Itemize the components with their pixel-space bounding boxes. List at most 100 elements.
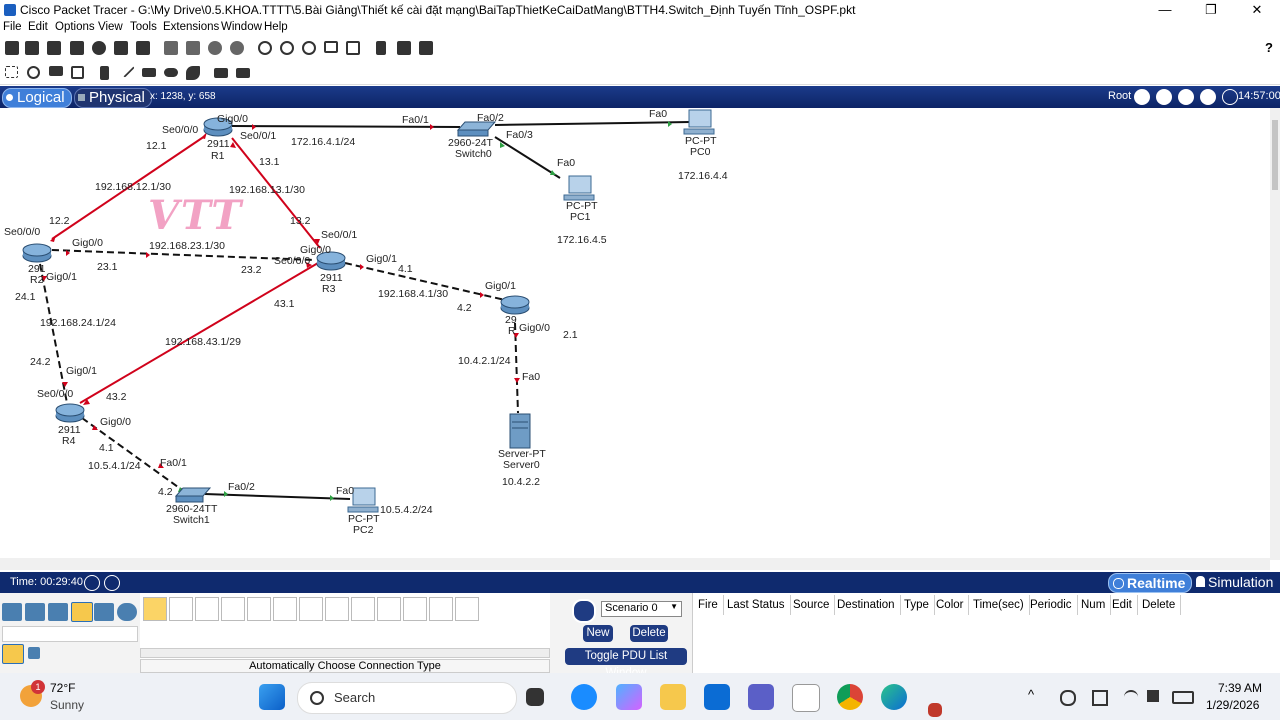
pc-pc0[interactable] (683, 109, 715, 135)
usb-cable-icon[interactable] (429, 597, 453, 621)
wifi-icon[interactable] (1124, 690, 1138, 702)
router-r4[interactable] (55, 403, 85, 423)
iot-cable-icon[interactable] (403, 597, 427, 621)
vertical-scrollbar[interactable] (1270, 108, 1280, 560)
task-view-icon[interactable] (526, 688, 544, 706)
link-sw0-pc0[interactable] (494, 121, 691, 126)
network-devices-icon[interactable] (2, 603, 22, 621)
horizontal-scrollbar[interactable] (0, 558, 1270, 570)
delete-scenario-button[interactable]: Delete (630, 625, 668, 642)
col-delete[interactable]: Delete (1137, 595, 1182, 615)
misc-icon[interactable] (94, 603, 114, 621)
copy-icon[interactable] (164, 41, 178, 55)
viewport-icon[interactable] (376, 41, 386, 55)
resize-icon[interactable] (71, 66, 84, 79)
col-fire[interactable]: Fire (693, 595, 724, 615)
serial-dte-icon[interactable] (351, 597, 375, 621)
clock-date[interactable]: 1/29/2026 (1206, 698, 1259, 712)
straight-through-icon[interactable] (195, 597, 219, 621)
wireless-cable-icon[interactable] (455, 597, 479, 621)
app-overlay-icon[interactable] (928, 703, 942, 717)
octal-icon[interactable] (377, 597, 401, 621)
components-icon[interactable] (48, 603, 68, 621)
col-source[interactable]: Source (788, 595, 836, 615)
simulation-mode-button[interactable]: Simulation (1194, 573, 1278, 591)
print-icon[interactable] (70, 41, 84, 55)
info-circle-icon[interactable] (572, 599, 596, 623)
maximize-button[interactable]: ❐ (1188, 0, 1234, 20)
tab-logical[interactable]: Logical (2, 88, 72, 108)
zoom-in-icon[interactable] (258, 41, 272, 55)
col-num[interactable]: Num (1076, 595, 1112, 615)
ellipse-icon[interactable] (164, 68, 178, 77)
teams-icon[interactable] (748, 684, 774, 710)
activity-icon[interactable] (136, 41, 150, 55)
pc-pc1[interactable] (563, 175, 595, 201)
inspect-icon[interactable] (27, 66, 40, 79)
connections-subtype-icon[interactable] (2, 644, 24, 664)
menu-edit[interactable]: Edit (28, 21, 48, 33)
packet-tracer-icon[interactable] (792, 684, 820, 712)
menu-help[interactable]: Help (264, 21, 288, 33)
send-icon[interactable] (1092, 690, 1108, 706)
close-button[interactable]: ✕ (1234, 0, 1280, 20)
link-sw0-pc1[interactable] (494, 136, 561, 179)
device-search-field[interactable] (2, 626, 138, 642)
custom-device-icon[interactable] (346, 41, 360, 55)
rectangle-icon[interactable] (142, 68, 156, 77)
paste-icon[interactable] (186, 41, 200, 55)
new-scenario-button[interactable]: New (583, 625, 613, 642)
drawing-palette-icon[interactable] (324, 41, 338, 53)
minimize-button[interactable]: — (1142, 0, 1188, 20)
col-color[interactable]: Color (931, 595, 970, 615)
menu-extensions[interactable]: Extensions (163, 21, 219, 33)
freeform-icon[interactable] (186, 66, 200, 80)
taskbar-search-box[interactable]: Search (297, 682, 517, 714)
multiuser-icon[interactable] (117, 603, 137, 621)
edge-icon[interactable] (881, 684, 907, 710)
chrome-icon[interactable] (837, 684, 863, 710)
crossover-icon[interactable] (221, 597, 245, 621)
link-r1-sw0[interactable] (231, 125, 461, 128)
outlook-icon[interactable] (704, 684, 730, 710)
simple-pdu-icon[interactable] (214, 68, 228, 78)
menu-file[interactable]: File (3, 21, 22, 33)
menu-window[interactable]: Window (221, 21, 262, 33)
move-icon[interactable] (1178, 89, 1194, 105)
open-folder-icon[interactable] (25, 41, 39, 55)
grid-icon[interactable] (28, 647, 40, 659)
cluster-icon[interactable] (1156, 89, 1172, 105)
complex-pdu-icon[interactable] (236, 68, 250, 78)
clock-time[interactable]: 7:39 AM (1218, 681, 1262, 695)
col-edit[interactable]: Edit (1107, 595, 1138, 615)
scroll-thumb[interactable] (1272, 120, 1278, 190)
fast-forward-icon[interactable] (104, 575, 120, 591)
connections-icon[interactable] (71, 602, 93, 622)
back-icon[interactable] (1134, 89, 1150, 105)
new-file-icon[interactable] (5, 41, 19, 55)
phone-cable-icon[interactable] (273, 597, 297, 621)
delete-icon[interactable] (49, 66, 63, 76)
wizard-icon[interactable] (114, 41, 128, 55)
power-cycle-icon[interactable] (84, 575, 100, 591)
select-icon[interactable] (5, 66, 18, 78)
auto-cable-icon[interactable] (143, 597, 167, 621)
network-info-icon[interactable] (397, 41, 411, 55)
show-hidden-icons-icon[interactable]: ^ (1028, 687, 1034, 702)
switch-sw1[interactable] (174, 487, 212, 503)
router-r5[interactable] (500, 295, 530, 315)
server-srv0[interactable] (509, 413, 531, 449)
undo-icon[interactable] (208, 41, 222, 55)
realtime-mode-button[interactable]: Realtime (1108, 573, 1192, 593)
link-r3-r4[interactable] (79, 262, 319, 404)
note-icon[interactable] (100, 66, 109, 80)
zoom-reset-icon[interactable] (280, 41, 294, 55)
menu-options[interactable]: Options (55, 21, 95, 33)
col-last-status[interactable]: Last Status (722, 595, 791, 615)
tab-physical[interactable]: Physical (74, 88, 152, 108)
scenario-select[interactable]: Scenario 0 ▼ (601, 601, 682, 617)
file-explorer-icon[interactable] (660, 684, 686, 710)
link-r4-sw1[interactable] (81, 417, 186, 493)
col-type[interactable]: Type (899, 595, 935, 615)
zalo-icon[interactable] (571, 684, 597, 710)
